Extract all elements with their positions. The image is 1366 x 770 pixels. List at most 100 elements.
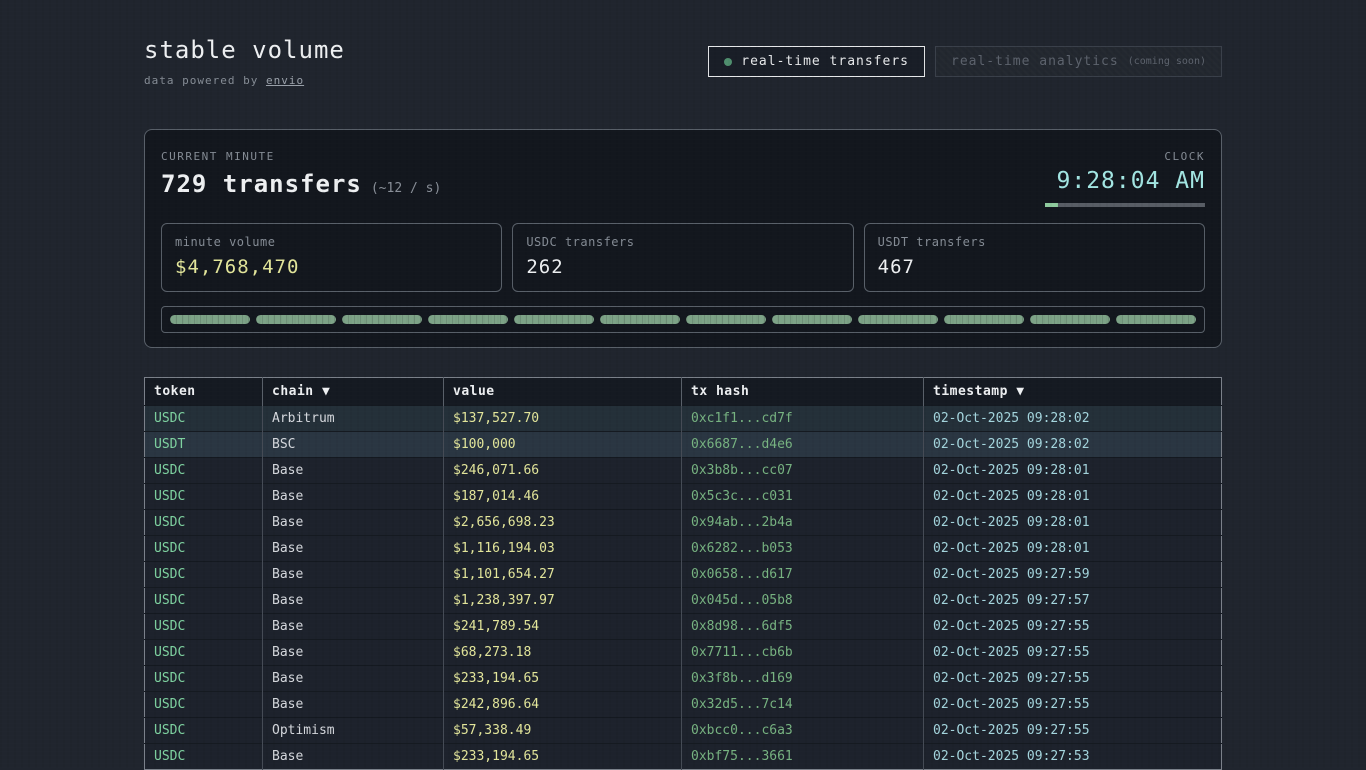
tx-hash-link[interactable]: 0x0658...d617 (682, 562, 924, 588)
tx-hash-link[interactable]: 0xbcc0...c6a3 (682, 718, 924, 744)
cell-token: USDC (145, 588, 263, 614)
app-container: stable volume data powered by envio real… (144, 0, 1222, 770)
activity-segment (1116, 315, 1196, 324)
tx-hash-link[interactable]: 0x8d98...6df5 (682, 614, 924, 640)
cell-chain: Base (263, 536, 444, 562)
activity-segment (170, 315, 250, 324)
cell-value: $246,071.66 (444, 458, 682, 484)
cell-chain: Optimism (263, 718, 444, 744)
tx-hash-link[interactable]: 0xbf75...3661 (682, 744, 924, 770)
cell-value: $1,101,654.27 (444, 562, 682, 588)
clock-time: 9:28:04 AM (1045, 168, 1205, 194)
column-header-tx-hash[interactable]: tx hash (682, 378, 924, 406)
view-tabs: real-time transfers real-time analytics … (708, 46, 1222, 77)
transfers-summary: CURRENT MINUTE 729 transfers (~12 / s) (161, 150, 441, 207)
tab-label: real-time transfers (741, 54, 909, 69)
cell-chain: Base (263, 484, 444, 510)
tx-hash-link[interactable]: 0x3b8b...cc07 (682, 458, 924, 484)
current-minute-panel: CURRENT MINUTE 729 transfers (~12 / s) C… (144, 129, 1222, 348)
tagline: data powered by envio (144, 74, 345, 87)
cell-token: USDC (145, 562, 263, 588)
live-dot-icon (724, 58, 732, 66)
cell-token: USDC (145, 536, 263, 562)
table-row: USDCBase$2,656,698.230x94ab...2b4a02-Oct… (145, 510, 1222, 536)
table-row: USDCBase$233,194.650x3f8b...d16902-Oct-2… (145, 666, 1222, 692)
activity-segment (600, 315, 680, 324)
tx-hash-link[interactable]: 0xc1f1...cd7f (682, 406, 924, 432)
cell-value: $233,194.65 (444, 744, 682, 770)
cell-chain: Base (263, 562, 444, 588)
cell-ts: 02-Oct-2025 09:28:01 (924, 536, 1222, 562)
table-row: USDCBase$68,273.180x7711...cb6b02-Oct-20… (145, 640, 1222, 666)
column-header-timestamp[interactable]: timestamp ▼ (924, 378, 1222, 406)
tx-hash-link[interactable]: 0x94ab...2b4a (682, 510, 924, 536)
activity-segment (858, 315, 938, 324)
brand-block: stable volume data powered by envio (144, 36, 345, 87)
cell-token: USDC (145, 666, 263, 692)
envio-link[interactable]: envio (266, 74, 304, 87)
tx-hash-link[interactable]: 0x045d...05b8 (682, 588, 924, 614)
tab-realtime-analytics[interactable]: real-time analytics (coming soon) (935, 46, 1222, 77)
cell-value: $1,116,194.03 (444, 536, 682, 562)
table-row: USDCBase$1,238,397.970x045d...05b802-Oct… (145, 588, 1222, 614)
cell-chain: Base (263, 640, 444, 666)
cell-chain: Base (263, 744, 444, 770)
cell-value: $242,896.64 (444, 692, 682, 718)
cell-token: USDC (145, 406, 263, 432)
table-row: USDCBase$242,896.640x32d5...7c1402-Oct-2… (145, 692, 1222, 718)
transfers-table: tokenchain ▼valuetx hashtimestamp ▼ USDC… (144, 377, 1222, 770)
cell-ts: 02-Oct-2025 09:27:57 (924, 588, 1222, 614)
current-minute-label: CURRENT MINUTE (161, 150, 441, 163)
tx-hash-link[interactable]: 0x6282...b053 (682, 536, 924, 562)
cell-ts: 02-Oct-2025 09:28:01 (924, 484, 1222, 510)
cell-chain: Base (263, 666, 444, 692)
cell-token: USDC (145, 484, 263, 510)
table-row: USDCBase$1,116,194.030x6282...b05302-Oct… (145, 536, 1222, 562)
clock-block: CLOCK 9:28:04 AM (1045, 150, 1205, 207)
column-header-value[interactable]: value (444, 378, 682, 406)
tx-hash-link[interactable]: 0x5c3c...c031 (682, 484, 924, 510)
column-header-token[interactable]: token (145, 378, 263, 406)
column-header-chain[interactable]: chain ▼ (263, 378, 444, 406)
table-row: USDTBSC$100,0000x6687...d4e602-Oct-2025 … (145, 432, 1222, 458)
cell-chain: Base (263, 510, 444, 536)
tx-hash-link[interactable]: 0x32d5...7c14 (682, 692, 924, 718)
tx-hash-link[interactable]: 0x3f8b...d169 (682, 666, 924, 692)
stat-boxes: minute volume $4,768,470 USDC transfers … (161, 223, 1205, 292)
cell-chain: Base (263, 458, 444, 484)
cell-token: USDC (145, 692, 263, 718)
cell-token: USDC (145, 640, 263, 666)
page-title: stable volume (144, 36, 345, 64)
cell-token: USDC (145, 614, 263, 640)
stat-label: USDC transfers (526, 235, 839, 249)
cell-chain: Base (263, 692, 444, 718)
cell-value: $233,194.65 (444, 666, 682, 692)
tab-realtime-transfers[interactable]: real-time transfers (708, 46, 925, 77)
clock-label: CLOCK (1045, 150, 1205, 163)
stat-value: 467 (878, 256, 1191, 278)
activity-segment (686, 315, 766, 324)
cell-value: $241,789.54 (444, 614, 682, 640)
activity-segment (256, 315, 336, 324)
activity-segment (342, 315, 422, 324)
clock-progress-fill (1045, 203, 1058, 207)
table-row: USDCBase$241,789.540x8d98...6df502-Oct-2… (145, 614, 1222, 640)
tagline-prefix: data powered by (144, 74, 266, 87)
cell-ts: 02-Oct-2025 09:28:02 (924, 432, 1222, 458)
tx-hash-link[interactable]: 0x6687...d4e6 (682, 432, 924, 458)
cell-ts: 02-Oct-2025 09:27:55 (924, 614, 1222, 640)
panel-top-row: CURRENT MINUTE 729 transfers (~12 / s) C… (161, 150, 1205, 207)
cell-chain: Arbitrum (263, 406, 444, 432)
stat-usdt-transfers: USDT transfers 467 (864, 223, 1205, 292)
stat-label: minute volume (175, 235, 488, 249)
cell-value: $100,000 (444, 432, 682, 458)
cell-value: $57,338.49 (444, 718, 682, 744)
cell-ts: 02-Oct-2025 09:27:55 (924, 692, 1222, 718)
activity-segment (772, 315, 852, 324)
transfers-count: 729 transfers (161, 170, 362, 198)
cell-value: $1,238,397.97 (444, 588, 682, 614)
cell-ts: 02-Oct-2025 09:27:53 (924, 744, 1222, 770)
tx-hash-link[interactable]: 0x7711...cb6b (682, 640, 924, 666)
top-bar: stable volume data powered by envio real… (144, 0, 1222, 87)
cell-ts: 02-Oct-2025 09:28:02 (924, 406, 1222, 432)
